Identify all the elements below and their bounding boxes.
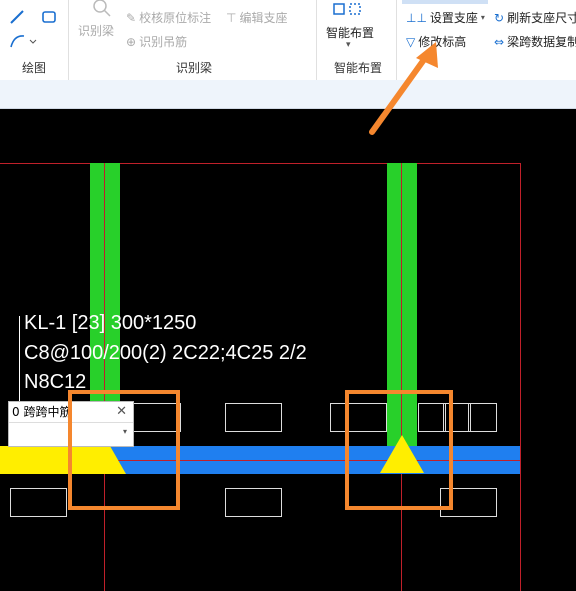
- group-divider: [316, 0, 317, 80]
- chevron-down-icon[interactable]: ▾: [346, 40, 351, 50]
- smart-layout-icon: [333, 3, 361, 15]
- axis-line: [104, 163, 105, 591]
- span-data-copy-button[interactable]: ⇔ 梁跨数据复制: [494, 33, 576, 50]
- refresh-support-icon: ↻: [494, 10, 505, 25]
- check-position-icon: ✎: [126, 10, 137, 25]
- highlight-right-support: [345, 390, 453, 510]
- stirrup-spec: C8@100/200(2) 2C22;4C25 2/2: [24, 342, 307, 364]
- axis-line: [520, 163, 521, 591]
- annotation-box[interactable]: [468, 403, 497, 432]
- line-tool-icon[interactable]: [8, 8, 26, 26]
- popup-title: 0 跨跨中筋: [12, 405, 72, 419]
- annotation-box[interactable]: [10, 488, 67, 517]
- edit-support-icon: ⊤: [226, 10, 237, 25]
- stirrup-icon: ⊕: [126, 34, 137, 49]
- set-support-icon: ⊥⊥: [406, 10, 427, 25]
- cad-canvas[interactable]: KL-1 [23] 300*1250 C8@100/200(2) 2C22;4C…: [0, 109, 576, 591]
- refresh-support-button[interactable]: ↻ 刷新支座尺寸: [494, 9, 576, 26]
- ribbon-toolbar: 绘图 识别梁 ✎ 校核原位标注 ⊤ 编辑支座 ⊕ 识别吊筋 识别梁 智能布置 ▾ 智能…: [0, 0, 576, 81]
- arc-tool-icon[interactable]: [8, 32, 38, 50]
- draw-group-label: 绘图: [22, 61, 47, 75]
- chevron-down-icon[interactable]: ▾: [481, 13, 485, 22]
- recognize-beam-group-label: 识别梁: [176, 61, 213, 75]
- annotation-box[interactable]: [225, 403, 282, 432]
- recognize-beam-icon: [93, 0, 111, 17]
- beam-label: KL-1 [23] 300*1250: [24, 312, 197, 334]
- command-bar: [0, 80, 576, 109]
- check-position-button[interactable]: ✎ 校核原位标注: [126, 9, 211, 26]
- group-divider: [68, 0, 69, 80]
- recognize-beam-button[interactable]: 识别梁: [78, 22, 114, 39]
- highlight-left-support: [68, 390, 180, 510]
- axis-line: [0, 163, 521, 164]
- annotation-box[interactable]: [225, 488, 282, 517]
- rectangle-tool-icon[interactable]: [40, 8, 58, 26]
- axis-line: [401, 163, 402, 591]
- hover-highlight: [402, 0, 488, 4]
- copy-icon: ⇔: [494, 34, 505, 49]
- recognize-stirrup-button[interactable]: ⊕ 识别吊筋: [126, 33, 187, 50]
- set-support-button[interactable]: ⊥⊥ 设置支座 ▾: [406, 9, 485, 26]
- pointer-arrow: [369, 42, 438, 135]
- edit-support-button[interactable]: ⊤ 编辑支座: [226, 9, 287, 26]
